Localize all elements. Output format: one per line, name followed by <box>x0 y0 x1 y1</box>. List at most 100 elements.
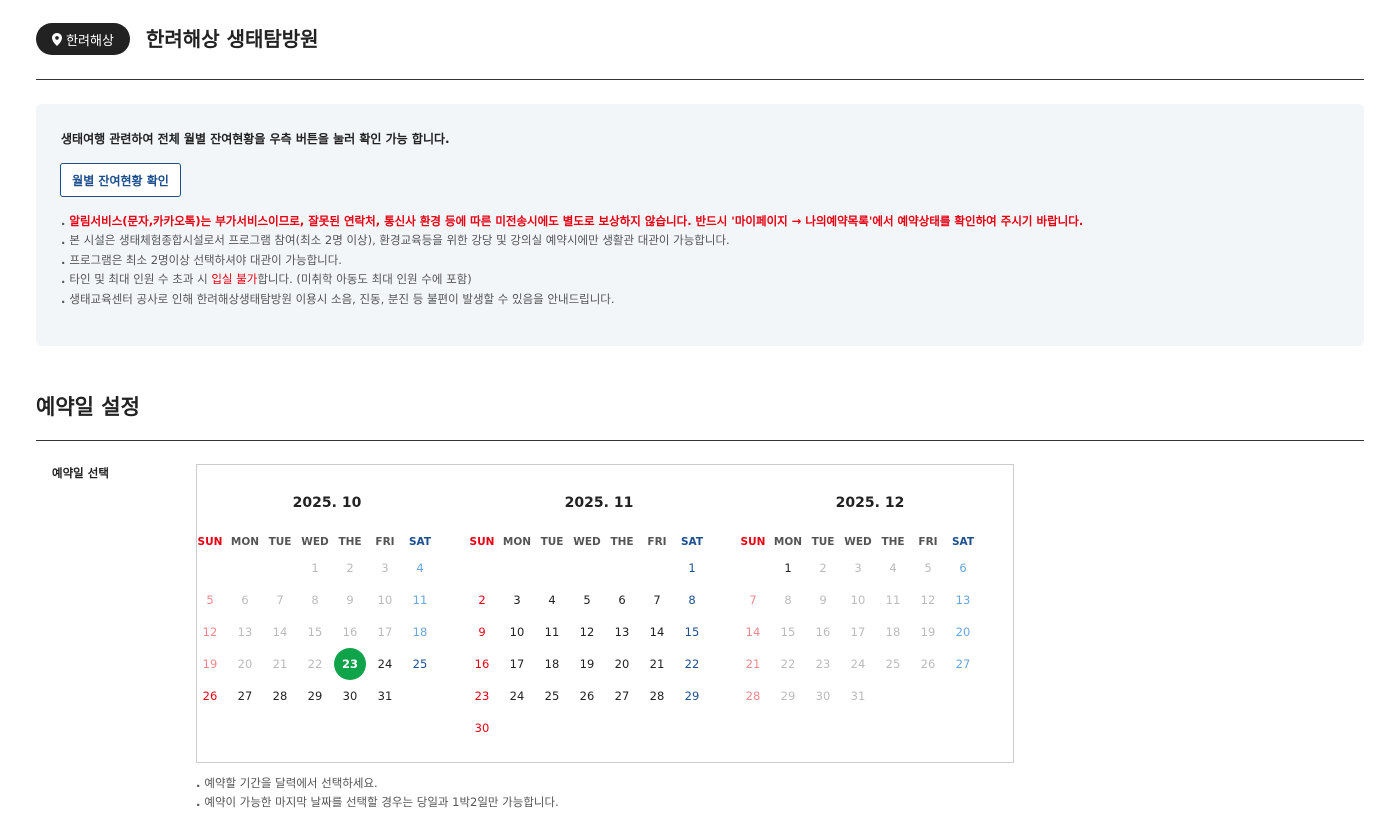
calendar-day[interactable]: 25 <box>404 648 436 680</box>
calendar-day: 13 <box>237 625 253 639</box>
calendar-day[interactable]: 28 <box>641 680 673 712</box>
calendar-day: 4 <box>889 561 897 575</box>
calendar-day: 8 <box>311 593 319 607</box>
calendar-day: 16 <box>342 625 358 639</box>
weekday-header: SAT <box>680 536 704 548</box>
calendar: 2025. 10 SUN MON TUE WED THE FRI SAT 1 2 3 4 5 6 7 8 9 10… <box>196 464 1014 763</box>
calendar-day[interactable]: 27 <box>229 680 261 712</box>
calendar-day: 2 <box>819 561 827 575</box>
calendar-day: 12 <box>202 625 218 639</box>
monthly-availability-button[interactable]: 월별 잔여현황 확인 <box>60 163 181 197</box>
calendar-day[interactable]: 31 <box>369 680 401 712</box>
calendar-day[interactable]: 27 <box>606 680 638 712</box>
calendar-day: 4 <box>416 561 424 575</box>
calendar-day[interactable]: 22 <box>676 648 708 680</box>
weekday-header: FRI <box>918 536 938 548</box>
calendar-day: 25 <box>885 657 901 671</box>
calendar-day[interactable]: 14 <box>641 616 673 648</box>
calendar-day[interactable]: 24 <box>501 680 533 712</box>
calendar-day: 11 <box>885 593 901 607</box>
calendar-day[interactable]: 26 <box>194 680 226 712</box>
weekday-header: SUN <box>469 536 495 548</box>
calendar-day[interactable]: 17 <box>501 648 533 680</box>
calendar-day[interactable]: 15 <box>676 616 708 648</box>
help-line-1: 예약할 기간을 달력에서 선택하세요. <box>196 774 559 793</box>
calendar-day[interactable]: 23 <box>466 680 498 712</box>
calendar-day[interactable]: 3 <box>501 584 533 616</box>
calendar-day: 20 <box>955 625 971 639</box>
notice-capacity-red: 입실 불가 <box>211 272 258 287</box>
month-title: 2025. 11 <box>564 495 634 511</box>
calendar-day[interactable]: 1 <box>772 552 804 584</box>
calendar-day[interactable]: 13 <box>606 616 638 648</box>
calendar-day[interactable]: 26 <box>571 680 603 712</box>
weekday-header: WED <box>573 536 601 548</box>
calendar-day: 8 <box>784 593 792 607</box>
calendar-day[interactable]: 30 <box>466 712 498 744</box>
calendar-day[interactable]: 16 <box>466 648 498 680</box>
calendar-day[interactable]: 5 <box>571 584 603 616</box>
calendar-day: 14 <box>745 625 761 639</box>
region-badge-label: 한려해상 <box>66 33 114 49</box>
calendar-day[interactable]: 30 <box>334 680 366 712</box>
calendar-day: 22 <box>780 657 796 671</box>
calendar-day: 9 <box>819 593 827 607</box>
calendar-day[interactable]: 21 <box>641 648 673 680</box>
calendar-day[interactable]: 19 <box>571 648 603 680</box>
calendar-day: 5 <box>206 593 214 607</box>
calendar-day: 19 <box>202 657 218 671</box>
calendar-day: 17 <box>850 625 866 639</box>
calendar-day[interactable]: 6 <box>606 584 638 616</box>
calendar-day[interactable]: 11 <box>536 616 568 648</box>
calendar-day[interactable]: 29 <box>676 680 708 712</box>
weekday-header: MON <box>773 536 803 548</box>
calendar-day: 6 <box>959 561 967 575</box>
calendar-day: 21 <box>272 657 288 671</box>
notice-construction: 생태교육센터 공사로 인해 한려해상생태탐방원 이용시 소음, 진동, 분진 등… <box>61 290 1083 309</box>
calendar-day: 7 <box>276 593 284 607</box>
notice-alert: 알림서비스(문자,카카오톡)는 부가서비스이므로, 잘못된 연락처, 통신사 환… <box>61 212 1083 231</box>
calendar-day[interactable]: 9 <box>466 616 498 648</box>
weekday-header: SAT <box>951 536 975 548</box>
calendar-day[interactable]: 1 <box>676 552 708 584</box>
calendar-day[interactable]: 8 <box>676 584 708 616</box>
help-line-2: 예약이 가능한 마지막 날짜를 선택할 경우는 당일과 1박2일만 가능합니다. <box>196 793 558 812</box>
calendar-day[interactable]: 4 <box>536 584 568 616</box>
calendar-day: 19 <box>920 625 936 639</box>
calendar-day: 1 <box>311 561 319 575</box>
help-list: 예약할 기간을 달력에서 선택하세요. 예약이 가능한 마지막 날짜를 선택할 … <box>196 774 559 812</box>
notice-minimum: 프로그램은 최소 2명이상 선택하셔야 대관이 가능합니다. <box>61 251 1083 270</box>
calendar-day[interactable]: 24 <box>369 648 401 680</box>
calendar-day: 29 <box>780 689 796 703</box>
calendar-day: 28 <box>745 689 761 703</box>
weekday-header: THE <box>881 536 905 548</box>
calendar-day[interactable]: 28 <box>264 680 296 712</box>
notice-capacity-pre: 타인 및 최대 인원 수 초과 시 <box>69 272 212 287</box>
calendar-day[interactable]: 7 <box>641 584 673 616</box>
calendar-day: 12 <box>920 593 936 607</box>
calendar-day: 31 <box>850 689 866 703</box>
weekday-header: SAT <box>408 536 432 548</box>
calendar-day[interactable]: 29 <box>299 680 331 712</box>
calendar-day: 10 <box>850 593 866 607</box>
weekday-header: MON <box>502 536 532 548</box>
calendar-day: 6 <box>241 593 249 607</box>
date-field-label: 예약일 선택 <box>52 466 109 480</box>
calendar-day-selected[interactable]: 23 <box>334 648 366 680</box>
calendar-day: 14 <box>272 625 288 639</box>
notice-capacity: 타인 및 최대 인원 수 초과 시 입실 불가합니다. (미취학 아동도 최대 … <box>61 270 1083 289</box>
calendar-day: 3 <box>381 561 389 575</box>
weekday-header: WED <box>844 536 872 548</box>
calendar-day[interactable]: 12 <box>571 616 603 648</box>
calendar-day[interactable]: 2 <box>466 584 498 616</box>
calendar-day[interactable]: 18 <box>536 648 568 680</box>
calendar-day: 18 <box>885 625 901 639</box>
calendar-day[interactable]: 20 <box>606 648 638 680</box>
weekday-header: THE <box>610 536 634 548</box>
calendar-day: 26 <box>920 657 936 671</box>
calendar-day[interactable]: 25 <box>536 680 568 712</box>
calendar-day: 3 <box>854 561 862 575</box>
calendar-day: 22 <box>307 657 323 671</box>
calendar-day[interactable]: 10 <box>501 616 533 648</box>
notice-facility: 본 시설은 생태체험종합시설로서 프로그램 참여(최소 2명 이상), 환경교육… <box>61 231 1083 250</box>
